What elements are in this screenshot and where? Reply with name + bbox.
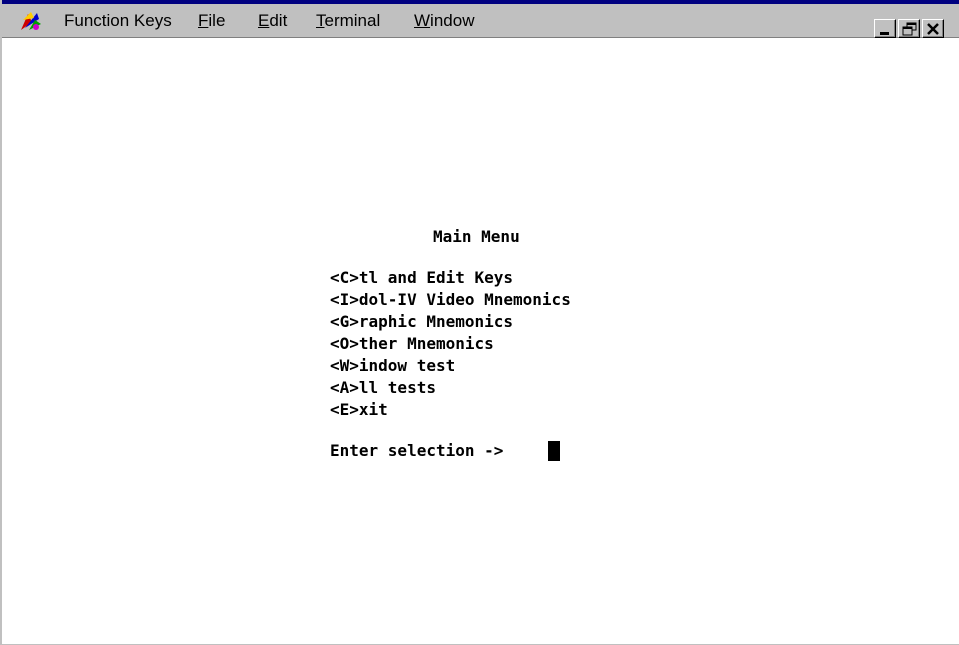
- menu-terminal[interactable]: Terminal: [316, 10, 380, 32]
- menu-option-idol-iv-video: <I>dol-IV Video Mnemonics: [330, 290, 571, 309]
- menu-window-label: indow: [430, 11, 475, 30]
- minimize-button[interactable]: [874, 19, 896, 38]
- menu-window-accelerator: W: [414, 11, 431, 30]
- menu-file-label: ile: [208, 11, 226, 30]
- menu-file-accelerator: F: [198, 11, 209, 30]
- menu-option-ctl-edit-keys: <C>tl and Edit Keys: [330, 268, 514, 287]
- terminal-window: Function Keys File Edit Terminal Window …: [0, 0, 959, 645]
- minimize-icon: [880, 32, 889, 35]
- menu-bar: Function Keys File Edit Terminal Window: [2, 4, 959, 38]
- menu-option-exit: <E>xit: [330, 400, 388, 419]
- text-cursor[interactable]: [548, 441, 560, 461]
- menu-edit-accelerator: E: [258, 11, 270, 30]
- terminal-screen[interactable]: Main Menu <C>tl and Edit Keys <I>dol-IV …: [4, 39, 959, 644]
- restore-icon: [902, 22, 917, 36]
- menu-window[interactable]: Window: [414, 10, 474, 32]
- menu-edit-label: dit: [269, 11, 288, 30]
- selection-prompt: Enter selection ->: [330, 441, 504, 460]
- menu-option-other-mnemonics: <O>ther Mnemonics: [330, 334, 494, 353]
- restore-button[interactable]: [898, 19, 920, 38]
- menu-option-all-tests: <A>ll tests: [330, 378, 436, 397]
- menu-terminal-accelerator: T: [316, 11, 325, 30]
- close-icon: [927, 23, 939, 35]
- menu-terminal-label: erminal: [324, 11, 381, 30]
- menu-edit[interactable]: Edit: [258, 10, 287, 32]
- menu-file[interactable]: File: [198, 10, 225, 32]
- menu-title: Main Menu: [433, 227, 520, 246]
- menu-option-graphic-mnemonics: <G>raphic Mnemonics: [330, 312, 514, 331]
- close-button[interactable]: [922, 19, 944, 38]
- function-keys-app-icon[interactable]: [19, 10, 43, 32]
- menu-option-window-test: <W>indow test: [330, 356, 456, 375]
- menu-function-keys[interactable]: Function Keys: [64, 10, 172, 32]
